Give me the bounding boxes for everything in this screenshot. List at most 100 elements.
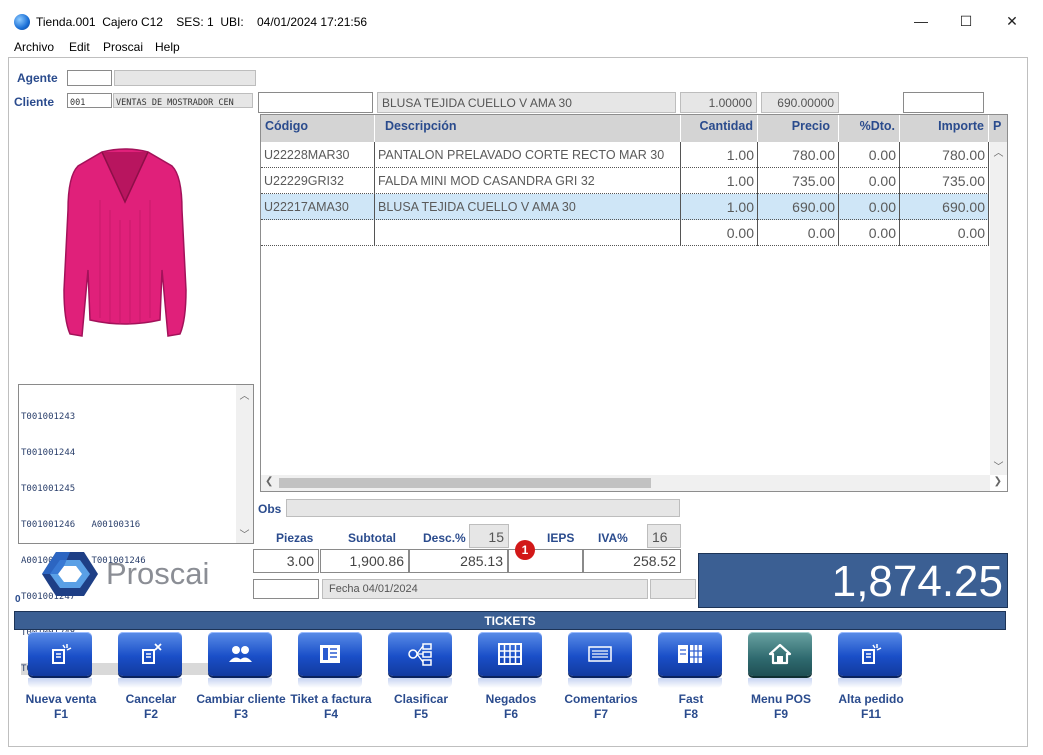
- fkey-alta-pedido[interactable]: Alta pedido F11: [826, 632, 916, 728]
- fkey-fast[interactable]: Fast F8: [646, 632, 736, 728]
- precio-display: 690.00000: [761, 92, 839, 113]
- cell-precio: 690.00: [758, 194, 839, 220]
- tickets-list[interactable]: ︿ ﹀ T001001243 T001001244 T001001245 T00…: [18, 384, 254, 675]
- cell-importe: 780.00: [900, 142, 989, 168]
- cell-descripcion: FALDA MINI MOD CASANDRA GRI 32: [375, 168, 681, 194]
- cell-codigo: U22229GRI32: [261, 168, 375, 194]
- menu-help[interactable]: Help: [155, 40, 180, 54]
- change-customer-button[interactable]: [208, 632, 272, 676]
- fkey-nueva-venta[interactable]: Nueva venta F1: [16, 632, 106, 728]
- menu-archivo[interactable]: Archivo: [14, 40, 54, 54]
- cell-cantidad: 1.00: [681, 194, 758, 220]
- ticket-to-invoice-button[interactable]: [298, 632, 362, 676]
- menu-proscai[interactable]: Proscai: [103, 40, 143, 54]
- extra-input[interactable]: [903, 92, 984, 113]
- ticket-item[interactable]: T001001244: [21, 447, 235, 459]
- new-sale-icon: [52, 644, 72, 664]
- cell-importe: 690.00: [900, 194, 989, 220]
- fecha-field: Fecha 04/01/2024: [322, 579, 648, 599]
- invoice-icon: [320, 645, 340, 663]
- window-title: Tienda.001 Cajero C12 SES: 1 UBI: 04/01/…: [36, 15, 368, 29]
- cancel-button[interactable]: [118, 632, 182, 676]
- col-header-precio[interactable]: Precio: [758, 115, 839, 142]
- agente-label: Agente: [17, 71, 58, 85]
- ticket-item[interactable]: T001001243: [21, 411, 235, 423]
- subtotal-value: 1,900.86: [320, 549, 409, 573]
- denied-button[interactable]: [478, 632, 542, 676]
- fkey-clasificar[interactable]: Clasificar F5: [376, 632, 466, 728]
- desc-label: Desc.%: [423, 531, 466, 545]
- ieps-label: IEPS: [547, 531, 575, 545]
- home-icon: [768, 643, 792, 665]
- col-header-importe[interactable]: Importe: [900, 115, 989, 142]
- cell-precio: 780.00: [758, 142, 839, 168]
- classify-icon: [408, 643, 432, 666]
- cancel-icon: [142, 643, 162, 664]
- grid-vertical-scrollbar[interactable]: ︿ ﹀: [990, 142, 1007, 475]
- fkey-menu-pos[interactable]: Menu POS F9: [736, 632, 826, 728]
- menu-edit[interactable]: Edit: [69, 40, 90, 54]
- fecha-extra-field: [650, 579, 696, 599]
- fkey-cambiar-cliente[interactable]: Cambiar cliente F3: [196, 632, 286, 728]
- notification-badge[interactable]: 1: [515, 540, 535, 560]
- fkey-comentarios[interactable]: Comentarios F7: [556, 632, 646, 728]
- horizontal-scroll-thumb[interactable]: [279, 478, 651, 488]
- cell-dto: 0.00: [839, 168, 900, 194]
- tickets-list-scrollbar[interactable]: ︿ ﹀: [236, 385, 253, 543]
- ticket-item[interactable]: T001001245: [21, 483, 235, 495]
- table-row-selected[interactable]: U22217AMA30 BLUSA TEJIDA CUELLO V AMA 30…: [261, 194, 989, 220]
- cell-descripcion: PANTALON PRELAVADO CORTE RECTO MAR 30: [375, 142, 681, 168]
- col-header-codigo[interactable]: Código: [261, 115, 375, 142]
- comments-button[interactable]: [568, 632, 632, 676]
- fkey-cancelar[interactable]: Cancelar F2: [106, 632, 196, 728]
- maximize-button[interactable]: ☐: [951, 10, 981, 32]
- tickets-bar: TICKETS: [14, 611, 1006, 630]
- new-order-button[interactable]: [838, 632, 902, 676]
- classify-button[interactable]: [388, 632, 452, 676]
- minimize-button[interactable]: —: [906, 10, 936, 32]
- cliente-code-field[interactable]: 001: [67, 93, 112, 108]
- table-row[interactable]: U22228MAR30 PANTALON PRELAVADO CORTE REC…: [261, 142, 989, 168]
- col-header-descripcion[interactable]: Descripción: [375, 115, 681, 142]
- col-header-p[interactable]: P: [989, 115, 1007, 142]
- agente-code-field[interactable]: [67, 70, 112, 86]
- table-row[interactable]: 0.00 0.00 0.00 0.00: [261, 220, 989, 246]
- cell-codigo: [261, 220, 375, 246]
- scroll-right-icon[interactable]: ❯: [994, 476, 1002, 487]
- ticket-item[interactable]: T001001246 A00100316: [21, 519, 235, 531]
- new-sale-button[interactable]: [28, 632, 92, 676]
- subtotal-label: Subtotal: [348, 531, 396, 545]
- cell-cantidad: 0.00: [681, 220, 758, 246]
- col-header-cantidad[interactable]: Cantidad: [681, 115, 758, 142]
- app-globe-icon: [14, 14, 30, 30]
- col-header-dto[interactable]: %Dto.: [839, 115, 900, 142]
- close-button[interactable]: ✕: [997, 10, 1027, 32]
- cell-codigo: U22228MAR30: [261, 142, 375, 168]
- scroll-down-icon[interactable]: ﹀: [236, 526, 253, 541]
- new-order-icon: [862, 644, 882, 664]
- proscai-logo-icon: [42, 550, 98, 598]
- obs-field[interactable]: [286, 499, 680, 517]
- cell-cantidad: 1.00: [681, 168, 758, 194]
- iva-pct-field: 16: [647, 524, 681, 548]
- descripcion-display: BLUSA TEJIDA CUELLO V AMA 30: [377, 92, 676, 113]
- fecha-side-field[interactable]: [253, 579, 319, 599]
- fkey-tiket-a-factura[interactable]: Tiket a factura F4: [286, 632, 376, 728]
- fast-button[interactable]: [658, 632, 722, 676]
- iva-value: 258.52: [583, 549, 681, 573]
- menu-pos-button[interactable]: [748, 632, 812, 676]
- scroll-up-icon[interactable]: ︿: [236, 387, 253, 402]
- table-row[interactable]: U22229GRI32 FALDA MINI MOD CASANDRA GRI …: [261, 168, 989, 194]
- cell-dto: 0.00: [839, 194, 900, 220]
- scroll-left-icon[interactable]: ❮: [265, 476, 273, 487]
- scroll-up-icon[interactable]: ︿: [990, 144, 1007, 159]
- cliente-label: Cliente: [14, 95, 55, 109]
- scroll-down-icon[interactable]: ﹀: [990, 458, 1007, 473]
- grid-horizontal-scrollbar[interactable]: ❮ ❯: [261, 475, 1002, 491]
- cell-dto: 0.00: [839, 220, 900, 246]
- cell-importe: 0.00: [900, 220, 989, 246]
- fkey-negados[interactable]: Negados F6: [466, 632, 556, 728]
- counter-label: 0: [15, 594, 21, 605]
- cell-dto: 0.00: [839, 142, 900, 168]
- codigo-input[interactable]: [258, 92, 373, 113]
